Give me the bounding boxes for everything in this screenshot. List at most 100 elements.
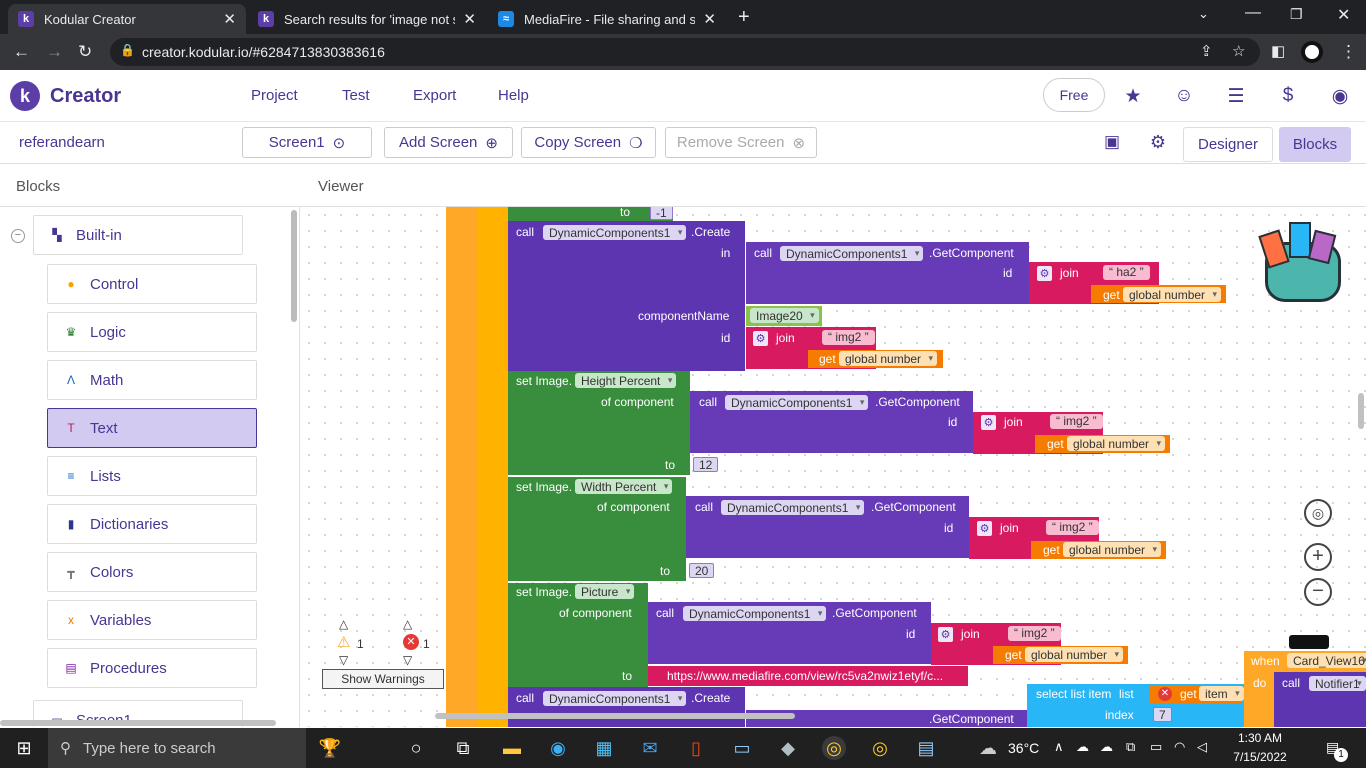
set-block-top[interactable] [508,207,673,221]
billing-icon[interactable]: $ [1276,84,1300,108]
blocks-tab[interactable]: Blocks [1279,127,1351,162]
loop-block-inner[interactable] [478,207,508,727]
variable-dropdown[interactable]: global number [1025,647,1124,662]
variable-dropdown[interactable]: global number [1067,436,1166,451]
menu-export[interactable]: Export [413,87,456,104]
show-warnings-button[interactable]: Show Warnings [322,669,444,689]
store-icon[interactable]: ▦ [592,736,616,760]
wifi-icon[interactable]: ◠ [1174,739,1185,755]
settings-gear-icon[interactable]: ⚙ [1146,130,1170,154]
backpack-icon[interactable] [1258,222,1345,304]
file-explorer-icon[interactable]: ▬ [500,736,524,760]
plan-button[interactable]: Free [1043,78,1105,112]
back-icon[interactable]: ← [13,42,30,62]
text-string[interactable]: “ img2 ” [1050,414,1103,429]
menu-test[interactable]: Test [342,87,370,104]
sidebar-hscrollbar[interactable] [0,720,276,726]
component-dropdown[interactable]: DynamicComponents1 [543,691,687,706]
number-value[interactable]: 7 [1153,707,1172,722]
sidebar-scrollbar[interactable] [291,210,297,322]
category-procedures[interactable]: ▤ Procedures [47,648,257,688]
clock-time[interactable]: 1:30 AM [1227,731,1293,745]
number-value[interactable]: -1 [650,207,673,220]
text-string[interactable]: “ img2 ” [1046,520,1099,535]
reload-icon[interactable]: ↻ [78,42,92,62]
category-lists[interactable]: ≡ Lists [47,456,257,496]
kodular-logo[interactable]: k [10,81,40,111]
number-value[interactable]: 20 [689,563,715,578]
computer-icon[interactable]: ▭ [730,736,754,760]
new-tab-icon[interactable]: + [738,6,750,29]
component-dropdown[interactable]: DynamicComponents1 [725,395,869,410]
zoom-in-icon[interactable]: + [1304,543,1332,571]
restore-icon[interactable]: ❐ [1290,6,1303,23]
browser-tab-mediafire[interactable]: ≈ MediaFire - File sharing and stora ✕ [488,4,726,34]
screen-selector[interactable]: Screen1 ⊙ [242,127,372,158]
onedrive-icon[interactable]: ☁ [1076,739,1089,755]
category-math[interactable]: Λ Math [47,360,257,400]
recenter-icon[interactable]: ◎ [1304,499,1332,527]
url-field[interactable]: 🔒 creator.kodular.io/#6284713830383616 [110,38,1260,66]
task-view-icon[interactable]: ⧉ [451,736,475,760]
widget-icon[interactable]: 🏆 [318,736,342,760]
category-colors[interactable]: ┳ Colors [47,552,257,592]
zoom-out-icon[interactable]: − [1304,578,1332,606]
gallery-icon[interactable]: ▣ [1100,130,1124,154]
category-text[interactable]: T Text [47,408,257,448]
remove-screen-button[interactable]: Remove Screen ⊗ [665,127,817,158]
component-dropdown[interactable]: DynamicComponents1 [780,246,924,261]
meet-icon[interactable]: ⧉ [1126,739,1135,755]
volume-icon[interactable]: ◁ [1197,739,1207,755]
loop-block-outer[interactable] [446,207,478,727]
component-dropdown[interactable]: Card_View16 [1287,653,1366,668]
clock-date[interactable]: 7/15/2022 [1227,750,1293,764]
mutator-gear-icon[interactable]: ⚙ [753,331,768,346]
warning-down-arrow-icon[interactable]: ▽ [339,653,348,667]
browser-menu-icon[interactable]: ⋮ [1340,42,1357,62]
error-up-arrow-icon[interactable]: △ [403,617,412,631]
text-string[interactable]: “ ha2 ” [1103,265,1150,280]
menu-help[interactable]: Help [498,87,529,104]
property-dropdown[interactable]: Height Percent [575,373,677,388]
category-variables[interactable]: x Variables [47,600,257,640]
mail-icon[interactable]: ✉ [638,736,662,760]
share-icon[interactable]: ⇪ [1200,42,1213,60]
category-logic[interactable]: ♛ Logic [47,312,257,352]
bookmark-star-icon[interactable]: ☆ [1232,42,1245,60]
taskbar-search-box[interactable]: ⚲ Type here to search [48,728,306,768]
docs-icon[interactable]: ☰ [1224,84,1248,108]
tray-chevron-icon[interactable]: ∧ [1054,739,1064,755]
create-block[interactable] [508,221,745,371]
category-dictionaries[interactable]: ▮ Dictionaries [47,504,257,544]
chrome-profile-icon[interactable]: ◎ [868,736,892,760]
trash-can-icon[interactable] [1289,635,1329,649]
collapse-icon[interactable]: − [11,229,25,243]
warning-up-arrow-icon[interactable]: △ [339,617,348,631]
forward-icon[interactable]: → [46,42,63,62]
profile-avatar[interactable] [1301,41,1323,63]
component-type-dropdown[interactable]: Image20 [750,308,819,323]
minimize-icon[interactable]: — [1245,4,1261,22]
component-dropdown[interactable]: DynamicComponents1 [721,500,865,515]
builtin-category[interactable]: ▚ Built-in [33,215,243,255]
edge-icon[interactable]: ◉ [546,736,570,760]
cortana-icon[interactable]: ○ [404,736,428,760]
variable-dropdown[interactable]: item [1199,686,1244,701]
folder-star-icon[interactable]: ★ [1121,84,1145,108]
blocks-workspace[interactable]: to -1 call DynamicComponents1 .Create in… [301,207,1366,727]
account-icon[interactable]: ◉ [1328,84,1352,108]
text-string[interactable]: “ img2 ” [1008,626,1061,641]
tab-search-icon[interactable]: ⌄ [1198,6,1209,22]
category-control[interactable]: ● Control [47,264,257,304]
variable-dropdown[interactable]: global number [1063,542,1162,557]
error-down-arrow-icon[interactable]: ▽ [403,653,412,667]
battery-icon[interactable]: ▭ [1150,739,1162,755]
variable-dropdown[interactable]: global number [839,351,938,366]
menu-project[interactable]: Project [251,87,298,104]
copy-screen-button[interactable]: Copy Screen ❍ [521,127,656,158]
close-tab-icon[interactable]: ✕ [463,10,476,28]
url-string[interactable]: https://www.mediafire.com/view/rc5va2nwi… [661,669,949,684]
close-tab-icon[interactable]: ✕ [223,10,236,28]
property-dropdown[interactable]: Width Percent [575,479,673,494]
windows-start-icon[interactable]: ⊞ [12,736,36,760]
